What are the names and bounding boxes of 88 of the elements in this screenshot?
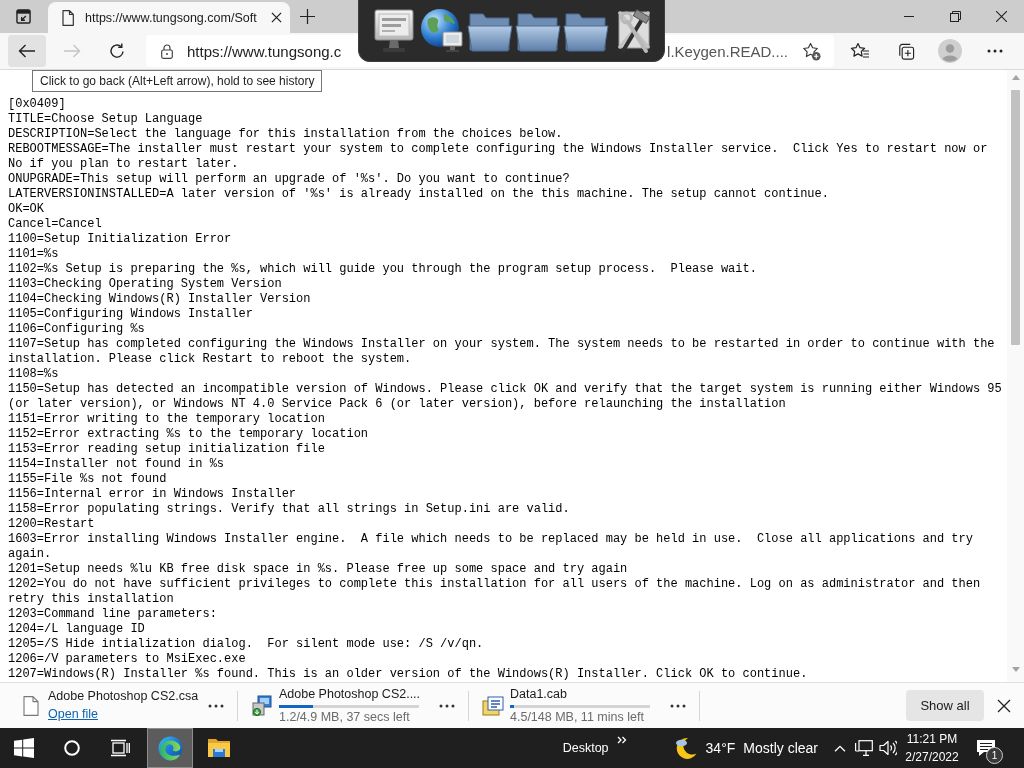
arrow-left-icon (18, 44, 36, 58)
clock-date[interactable]: 2/27/2022 (905, 748, 959, 766)
text-line: 1202=You do not have sufficient privileges to complete this installation for all users of the machine. Log on as administrator and then retry this installation (8, 577, 982, 607)
chevron-up-icon[interactable] (834, 744, 846, 752)
ring-icon (64, 740, 80, 756)
avatar-icon (938, 39, 962, 63)
download-status: 1.2/4.9 MB, 37 secs left (279, 710, 411, 725)
text-line: 1204=/L language ID (8, 622, 145, 637)
text-line: 1153=Error reading setup initialization file (8, 442, 325, 457)
more-icon (208, 703, 224, 708)
file-icon (23, 695, 39, 716)
tooltip: Click to go back (Alt+Left arrow), hold to see history (32, 70, 323, 92)
text-line: Cancel=Cancel (8, 217, 102, 232)
url-text: https://www.tungsong.c (187, 42, 342, 60)
lock-icon (161, 43, 173, 59)
arrow-right-icon (63, 44, 81, 58)
text-line: OK=OK (8, 202, 44, 217)
text-line: 1151=Error writing to the temporary location (8, 412, 325, 427)
text-line: 1100=Setup Initialization Error (8, 232, 232, 247)
file-name: Adobe Photoshop CS2.... (279, 686, 422, 702)
text-line: 1101=%s (8, 247, 59, 262)
text-line: TITLE=Choose Setup Language (8, 112, 203, 127)
clock-time[interactable]: 11:21 PM (906, 730, 958, 748)
text-line: 1154=Installer not found in %s (8, 457, 225, 472)
page-icon (60, 9, 76, 26)
show-all-button[interactable]: Show all (906, 690, 984, 721)
url-text: l.Keygen.READ.... (667, 42, 788, 60)
volume-icon[interactable] (879, 740, 897, 756)
text-line: 1104=Checking Windows(R) Installer Version (8, 292, 311, 307)
task-view-icon (110, 739, 130, 757)
text-line: 1201=Setup needs %lu KB free disk space in %s. Please free up some space and try again (8, 562, 628, 577)
text-line: 1152=Error extracting %s to the temporary location (8, 427, 369, 442)
scrollbar[interactable] (1007, 70, 1024, 682)
browser-icon (157, 735, 183, 761)
text-line: 1105=Configuring Windows Installer (8, 307, 253, 322)
restore-icon (949, 11, 961, 22)
back-button[interactable] (8, 35, 46, 67)
folder-icon (207, 738, 231, 758)
text-line: 1107=Setup has completed configuring the Windows Installer on your system. The system needs to be restarted in order to continue with the installation. Please click Restart to reboot the system. (8, 337, 996, 367)
browser-tab[interactable]: https://www.tungsong.com/Soft (48, 2, 290, 33)
refresh-icon (109, 43, 125, 59)
double-chevron-icon[interactable] (616, 736, 627, 744)
start-icon (14, 738, 34, 758)
text-line: 1106=Configuring %s (8, 322, 145, 337)
more-icon (439, 703, 455, 708)
more-icon (987, 49, 1003, 53)
file-name: Data1.cab (510, 686, 568, 702)
text-line: DESCRIPTION=Select the language for this installation from the choices below. (8, 127, 563, 142)
close-icon (997, 698, 1011, 713)
text-line: ONUPGRADE=This setup will perform an upgrade of '%s'. Do you want to continue? (8, 172, 570, 187)
text-line: 1200=Restart (8, 517, 95, 532)
weather-condition[interactable]: Mostly clear (743, 740, 818, 756)
star-plus-icon (801, 41, 821, 61)
file-name: Adobe Photoshop CS2.csa (48, 688, 198, 704)
text-line: 1207=Windows(R) Installer %s found. This is an older version of the Windows(R) Installer. Click OK to continue. (8, 667, 808, 682)
text-line: LATERVERSIONINSTALLED=A later version of '%s' is already installed on the this machine. The setup cannot continue. (8, 187, 829, 202)
text-line: REBOOTMESSAGE=The installer must restart your system to complete configuring the Windows Installer service. Click Yes to restart now or No if you plan to restart later. (8, 142, 989, 172)
network-icon[interactable] (855, 740, 873, 756)
text-line: 1156=Internal error in Windows Installer (8, 487, 297, 502)
computer-icon[interactable] (371, 7, 417, 54)
text-line: 1150=Setup has detected an incompatible version of Windows. Please click OK and verify that the target system is running either Windows 95 (or later version), or Windows NT 4.0 Service Pack 6 (or later version), before relaunching the installation (8, 382, 1003, 412)
text-line: [0x0409] (8, 97, 66, 112)
text-line: 1102=%s Setup is preparing the %s, which will guide you through the program setup process. Please wait. (8, 262, 757, 277)
notification-button[interactable]: 1 (964, 728, 1008, 768)
favorites-icon (850, 42, 870, 60)
close-icon[interactable] (271, 12, 282, 23)
tab-actions-icon (15, 8, 31, 24)
text-line: 1103=Checking Operating System Version (8, 277, 282, 292)
close-icon (995, 11, 1007, 22)
download-status: 4.5/148 MB, 11 mins left (510, 710, 645, 725)
toolbar-label[interactable]: Desktop (562, 741, 609, 755)
scrollbar-thumb[interactable] (1011, 90, 1020, 345)
installer-icon (251, 694, 273, 717)
open-file-link[interactable]: Open file (48, 706, 99, 723)
text-line: 1205=/S Hide intialization dialog. For silent mode use: /S /v/qn. (8, 637, 484, 652)
minimize-icon (904, 16, 914, 17)
weather-temperature[interactable]: 34°F (705, 740, 736, 756)
more-icon (670, 703, 686, 708)
text-line: 1203=Command line parameters: (8, 607, 217, 622)
globe-icon[interactable] (419, 7, 465, 54)
text-line: 1206=/V parameters to MsiExec.exe (8, 652, 246, 667)
archive-icon (482, 695, 504, 716)
plus-icon (299, 9, 315, 24)
text-line: 1158=Error populating strings. Verify that all strings in Setup.ini are valid. (8, 502, 570, 517)
text-line: 1108=%s (8, 367, 59, 382)
text-line: 1155=File %s not found (8, 472, 167, 487)
text-line: 1603=Error installing Windows Installer engine. A file which needs to be replaced may be held in use. Close all applications and try again. (8, 532, 974, 562)
notification-count: 1 (986, 747, 1003, 764)
